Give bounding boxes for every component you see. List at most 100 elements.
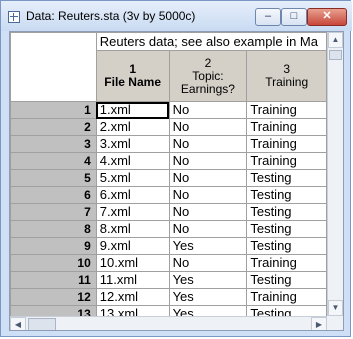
- cell-file-name[interactable]: 11.xml: [95, 271, 170, 289]
- table-row: 7 7.xml No Testing: [10, 203, 327, 221]
- row-header[interactable]: 9: [10, 237, 97, 255]
- cell-topic-earnings[interactable]: No: [168, 169, 248, 187]
- row-header[interactable]: 8: [10, 220, 97, 238]
- close-button[interactable]: ✕: [307, 8, 347, 26]
- cell-topic-earnings[interactable]: No: [168, 101, 248, 119]
- cell-training[interactable]: Testing: [246, 186, 327, 204]
- column-header-topic-earnings[interactable]: 2 Topic: Earnings?: [168, 50, 248, 102]
- cell-topic-earnings[interactable]: No: [168, 186, 248, 204]
- table-row: 11 11.xml Yes Testing: [10, 271, 327, 289]
- horizontal-scroll-thumb[interactable]: [28, 318, 56, 330]
- cell-file-name[interactable]: 3.xml: [95, 135, 170, 153]
- cell-topic-earnings[interactable]: Yes: [168, 305, 248, 316]
- vertical-scroll-thumb[interactable]: [329, 50, 342, 60]
- row-header[interactable]: 3: [10, 135, 97, 153]
- table-row: 9 9.xml Yes Testing: [10, 237, 327, 255]
- cell-training[interactable]: Training: [246, 254, 327, 272]
- cell-file-name[interactable]: 4.xml: [95, 152, 170, 170]
- row-header[interactable]: 13: [10, 305, 97, 316]
- title-bar[interactable]: Data: Reuters.sta (3v by 5000c) – □ ✕: [1, 1, 352, 31]
- scroll-down-button[interactable]: ▼: [328, 300, 343, 316]
- cell-training[interactable]: Training: [246, 152, 327, 170]
- maximize-button[interactable]: □: [281, 8, 307, 26]
- column-name: Topic: Earnings?: [180, 68, 235, 96]
- cell-file-name[interactable]: 6.xml: [95, 186, 170, 204]
- row-header[interactable]: 2: [10, 118, 97, 136]
- table-row: 12 12.xml Yes Training: [10, 288, 327, 306]
- table-body: 1 1.xml No Training 2 2.xml No Training 3 3.xml No…: [10, 101, 327, 316]
- scroll-left-button[interactable]: ◀: [10, 317, 26, 330]
- cell-file-name[interactable]: 5.xml: [95, 169, 170, 187]
- table-row: 6 6.xml No Testing: [10, 186, 327, 204]
- cell-training[interactable]: Training: [246, 288, 327, 306]
- cell-training[interactable]: Training: [246, 135, 327, 153]
- row-header[interactable]: 11: [10, 271, 97, 289]
- data-table: Reuters data; see also example in Ma 1 F…: [10, 32, 327, 316]
- column-name: File Name: [104, 75, 161, 89]
- column-number: 2: [204, 55, 212, 70]
- window-title: Data: Reuters.sta (3v by 5000c): [26, 9, 196, 23]
- cell-topic-earnings[interactable]: No: [168, 152, 248, 170]
- table-row: 4 4.xml No Training: [10, 152, 327, 170]
- row-header[interactable]: 12: [10, 288, 97, 306]
- row-header[interactable]: 10: [10, 254, 97, 272]
- cell-training[interactable]: Training: [246, 101, 327, 119]
- cell-training[interactable]: Testing: [246, 169, 327, 187]
- cell-training[interactable]: Training: [246, 118, 327, 136]
- cell-file-name[interactable]: 2.xml: [95, 118, 170, 136]
- column-number: 3: [283, 62, 291, 76]
- cell-topic-earnings[interactable]: No: [168, 118, 248, 136]
- horizontal-scrollbar[interactable]: ◀ ▶: [10, 316, 327, 330]
- table-row: 8 8.xml No Testing: [10, 220, 327, 238]
- data-file-description[interactable]: Reuters data; see also example in Ma: [95, 32, 327, 51]
- row-header[interactable]: 7: [10, 203, 97, 221]
- scroll-up-button[interactable]: ▲: [328, 32, 343, 48]
- table-row: 3 3.xml No Training: [10, 135, 327, 153]
- minimize-button[interactable]: –: [255, 8, 281, 26]
- cell-file-name[interactable]: 8.xml: [95, 220, 170, 238]
- corner-cell[interactable]: [10, 32, 97, 102]
- row-header[interactable]: 4: [10, 152, 97, 170]
- cell-file-name[interactable]: 7.xml: [95, 203, 170, 221]
- table-row: 2 2.xml No Training: [10, 118, 327, 136]
- arrow-up-icon: ▲: [331, 35, 340, 44]
- cell-topic-earnings[interactable]: No: [168, 254, 248, 272]
- cell-training[interactable]: Testing: [246, 203, 327, 221]
- column-number: 1: [129, 62, 136, 76]
- column-name: Training: [265, 75, 309, 89]
- table-row: 1 1.xml No Training: [10, 101, 327, 119]
- cell-topic-earnings[interactable]: Yes: [168, 237, 248, 255]
- row-header[interactable]: 5: [10, 169, 97, 187]
- cell-training[interactable]: Testing: [246, 305, 327, 316]
- cell-topic-earnings[interactable]: No: [168, 135, 248, 153]
- cell-file-name[interactable]: 10.xml: [95, 254, 170, 272]
- data-grid: Reuters data; see also example in Ma 1 F…: [10, 32, 327, 316]
- arrow-left-icon: ◀: [14, 320, 22, 329]
- row-header[interactable]: 6: [10, 186, 97, 204]
- cell-topic-earnings[interactable]: Yes: [168, 271, 248, 289]
- cell-file-name[interactable]: 12.xml: [95, 288, 170, 306]
- cell-file-name[interactable]: 13.xml: [95, 305, 170, 316]
- scroll-right-button[interactable]: ▶: [311, 317, 327, 330]
- spreadsheet-client: Reuters data; see also example in Ma 1 F…: [9, 31, 344, 331]
- arrow-down-icon: ▼: [331, 303, 340, 312]
- table-row: 13 13.xml Yes Testing: [10, 305, 327, 316]
- cell-training[interactable]: Testing: [246, 220, 327, 238]
- spreadsheet-icon[interactable]: [8, 11, 20, 23]
- cell-topic-earnings[interactable]: No: [168, 203, 248, 221]
- table-row: 5 5.xml No Testing: [10, 169, 327, 187]
- column-header-file-name[interactable]: 1 File Name: [95, 50, 170, 102]
- row-header[interactable]: 1: [10, 101, 97, 119]
- table-row: 10 10.xml No Training: [10, 254, 327, 272]
- vertical-scrollbar[interactable]: ▲ ▼: [327, 32, 343, 316]
- column-header-training[interactable]: 3 Training: [246, 50, 327, 102]
- cell-file-name[interactable]: 1.xml: [95, 101, 170, 119]
- cell-topic-earnings[interactable]: No: [168, 220, 248, 238]
- cell-training[interactable]: Testing: [246, 271, 327, 289]
- spreadsheet-window: Data: Reuters.sta (3v by 5000c) – □ ✕ Re…: [0, 0, 352, 337]
- cell-topic-earnings[interactable]: Yes: [168, 288, 248, 306]
- cell-training[interactable]: Testing: [246, 237, 327, 255]
- minimize-icon: –: [264, 10, 272, 22]
- cell-file-name[interactable]: 9.xml: [95, 237, 170, 255]
- size-grip[interactable]: [327, 316, 343, 330]
